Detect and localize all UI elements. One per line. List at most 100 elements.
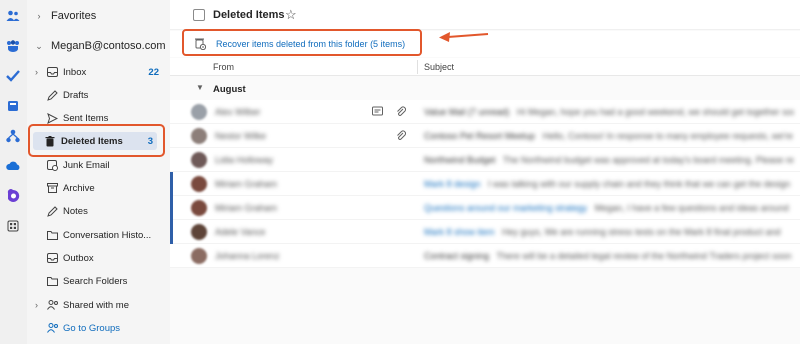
avatar bbox=[191, 200, 207, 216]
go-to-groups-link[interactable]: Go to Groups bbox=[35, 319, 163, 337]
avatar bbox=[191, 128, 207, 144]
sender: Miriam Graham bbox=[215, 179, 278, 189]
avatar bbox=[191, 248, 207, 264]
subject: Value Mail (7 unread) bbox=[424, 107, 510, 117]
message-preview: Mark 8 design I was talking with our sup… bbox=[424, 179, 794, 189]
attachment-icon bbox=[397, 130, 406, 140]
groups-icon bbox=[47, 323, 63, 333]
archive-icon bbox=[47, 183, 63, 193]
sender: Miriam Graham bbox=[215, 203, 278, 213]
folder-label: Archive bbox=[63, 182, 95, 194]
select-all-checkbox[interactable] bbox=[193, 9, 205, 21]
account-label: MeganB@contoso.com bbox=[51, 40, 166, 52]
group-header-august[interactable]: ▼ August bbox=[170, 80, 800, 98]
folder-drafts[interactable]: Drafts bbox=[35, 86, 163, 104]
people-icon[interactable] bbox=[5, 8, 21, 24]
message-row[interactable]: Miriam Graham Questions around our marke… bbox=[170, 196, 800, 220]
recover-highlight bbox=[182, 29, 422, 56]
subject: Contract signing bbox=[424, 251, 490, 261]
preview-text: Megan, I have a few questions and ideas … bbox=[594, 203, 789, 213]
folder-notes[interactable]: Notes bbox=[35, 202, 163, 220]
message-row[interactable]: Lidia Holloway Northwind Budget The Nort… bbox=[170, 148, 800, 172]
people-icon bbox=[47, 300, 63, 310]
folder-icon bbox=[47, 276, 63, 286]
preview-text: Hey guys, We are running stress tests on… bbox=[502, 227, 781, 237]
subject: Northwind Budget bbox=[424, 155, 496, 165]
avatar bbox=[191, 176, 207, 192]
unread-indicator bbox=[170, 172, 173, 196]
apps-icon[interactable] bbox=[5, 218, 21, 234]
onedrive-icon[interactable] bbox=[5, 158, 21, 174]
folder-label: Search Folders bbox=[63, 275, 128, 287]
notebook-icon[interactable] bbox=[5, 98, 21, 114]
preview-text: I was talking with our supply chain and … bbox=[488, 179, 791, 189]
folder-inbox[interactable]: › Inbox 22 bbox=[35, 63, 163, 81]
subject: Mark 8 design bbox=[424, 179, 481, 189]
sender: Nestor Wilke bbox=[215, 131, 267, 141]
folder-junk-email[interactable]: Junk Email bbox=[35, 156, 163, 174]
outlook-window: › Favorites ⌄ MeganB@contoso.com › Inbox… bbox=[0, 0, 800, 344]
teams-icon[interactable] bbox=[5, 38, 21, 54]
message-row[interactable]: Alex Wilber Value Mail (7 unread) Hi Meg… bbox=[170, 100, 800, 124]
org-icon[interactable] bbox=[5, 128, 21, 144]
folder-label: Outbox bbox=[63, 252, 94, 264]
message-preview: Questions around our marketing strategy … bbox=[424, 203, 794, 213]
folder-shared-with-me[interactable]: › Shared with me bbox=[35, 296, 163, 314]
todo-icon[interactable] bbox=[5, 68, 21, 84]
junk-icon bbox=[47, 159, 63, 171]
subject: Mark 8 show item bbox=[424, 227, 495, 237]
message-preview: Contract signing There will be a detaile… bbox=[424, 251, 794, 261]
folder-label: Drafts bbox=[63, 89, 89, 101]
unread-indicator bbox=[170, 220, 173, 244]
column-subject[interactable]: Subject bbox=[424, 62, 454, 72]
message-preview: Northwind Budget The Northwind budget wa… bbox=[424, 155, 794, 165]
send-icon bbox=[47, 112, 63, 124]
inbox-icon bbox=[47, 67, 63, 77]
unread-count: 22 bbox=[148, 66, 159, 78]
chevron-down-icon: ▼ bbox=[196, 83, 204, 92]
folder-label: Sent Items bbox=[63, 112, 109, 124]
sender: Johanna Lorenz bbox=[215, 251, 280, 261]
message-row[interactable]: Johanna Lorenz Contract signing There wi… bbox=[170, 244, 800, 268]
preview-text: Hi Megan, hope you had a good weekend, w… bbox=[516, 107, 794, 117]
column-divider[interactable] bbox=[417, 60, 418, 74]
notes-icon bbox=[47, 205, 63, 217]
message-row[interactable]: Miriam Graham Mark 8 design I was talkin… bbox=[170, 172, 800, 196]
favorites-section[interactable]: › Favorites bbox=[35, 10, 97, 22]
column-header: From Subject bbox=[170, 58, 800, 76]
message-row[interactable]: Adele Vance Mark 8 show item Hey guys, W… bbox=[170, 220, 800, 244]
folder-label: Shared with me bbox=[63, 299, 130, 311]
folder-label: Conversation Histo... bbox=[63, 229, 152, 241]
outbox-icon bbox=[47, 253, 63, 263]
copilot-icon[interactable] bbox=[5, 188, 21, 204]
folder-label: Inbox bbox=[63, 66, 87, 78]
folder-label: Notes bbox=[63, 205, 88, 217]
subject: Contoso Pet Resort Meetup bbox=[424, 131, 536, 141]
avatar bbox=[191, 104, 207, 120]
column-from[interactable]: From bbox=[213, 62, 234, 72]
folder-search-folders[interactable]: Search Folders bbox=[35, 272, 163, 290]
message-preview: Mark 8 show item Hey guys, We are runnin… bbox=[424, 227, 794, 237]
sender: Lidia Holloway bbox=[215, 155, 274, 165]
folder-outbox[interactable]: Outbox bbox=[35, 249, 163, 267]
message-icon bbox=[372, 106, 383, 116]
list-header: Deleted Items ☆ bbox=[170, 0, 800, 30]
message-preview: Contoso Pet Resort Meetup Hello, Contoso… bbox=[424, 131, 794, 141]
group-label: August bbox=[213, 84, 246, 95]
page-title: Deleted Items bbox=[213, 9, 285, 21]
sender: Alex Wilber bbox=[215, 107, 261, 117]
deleted-items-highlight bbox=[28, 124, 165, 157]
subject: Questions around our marketing strategy bbox=[424, 203, 588, 213]
message-row[interactable]: Nestor Wilke Contoso Pet Resort Meetup H… bbox=[170, 124, 800, 148]
account-section[interactable]: ⌄ MeganB@contoso.com bbox=[35, 40, 166, 52]
folder-archive[interactable]: Archive bbox=[35, 179, 163, 197]
message-list-pane: Deleted Items ☆ Recover items deleted fr… bbox=[170, 0, 800, 344]
folder-conversation-history[interactable]: Conversation Histo... bbox=[35, 226, 163, 244]
chevron-down-icon: ⌄ bbox=[35, 40, 43, 51]
message-preview: Value Mail (7 unread) Hi Megan, hope you… bbox=[424, 107, 794, 117]
chevron-right-icon[interactable]: › bbox=[35, 67, 47, 77]
chevron-right-icon[interactable]: › bbox=[35, 300, 47, 310]
folder-label: Go to Groups bbox=[63, 322, 121, 334]
star-icon[interactable]: ☆ bbox=[285, 7, 297, 23]
preview-text: There will be a detailed legal review of… bbox=[496, 251, 792, 261]
